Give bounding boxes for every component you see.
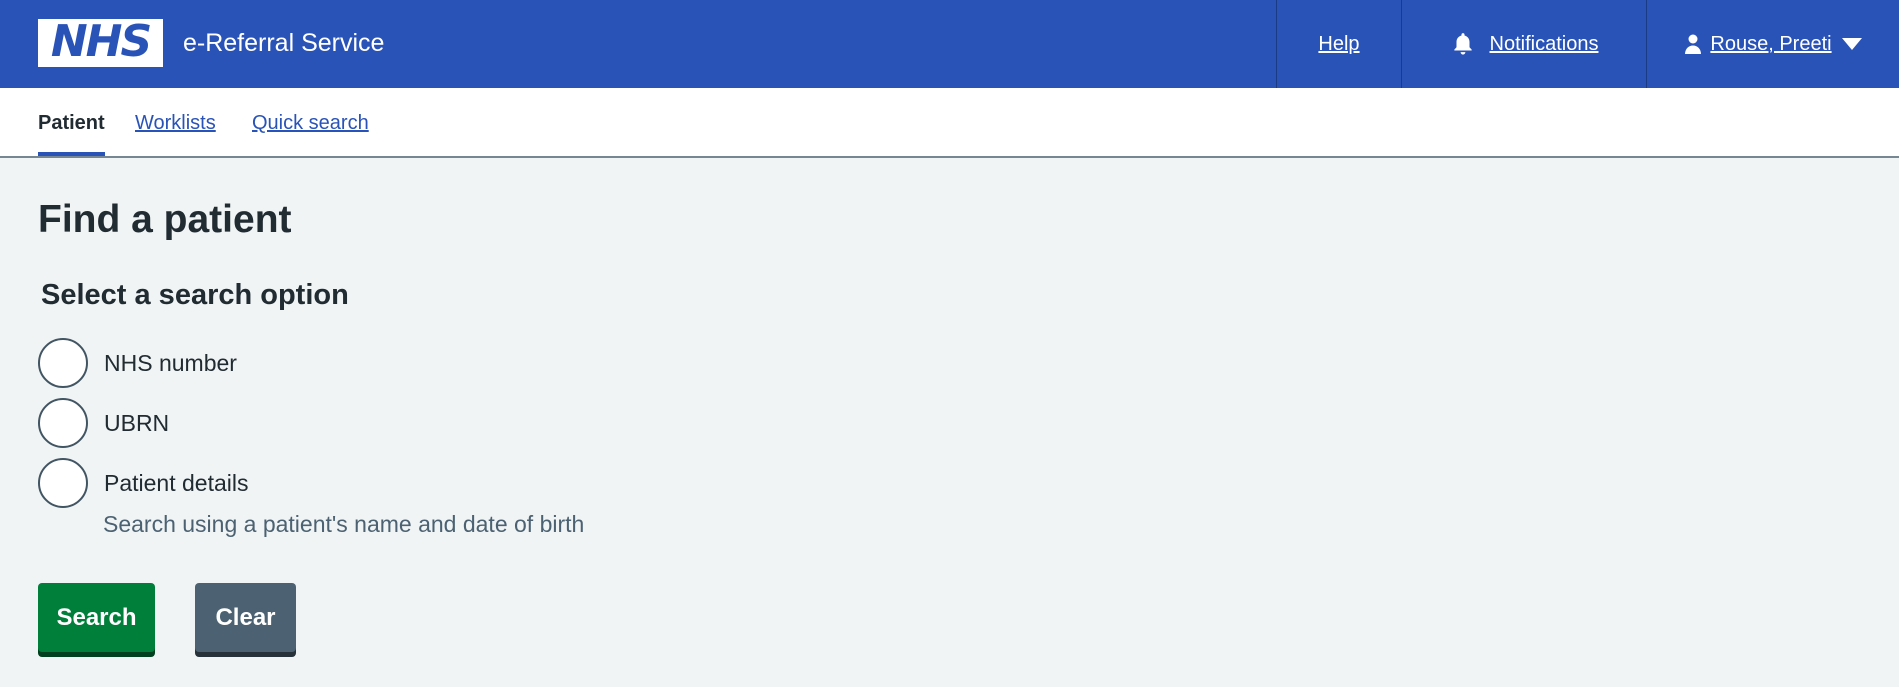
patient-details-hint: Search using a patient's name and date o… — [103, 511, 585, 537]
user-name-link[interactable]: Rouse, Preeti — [1710, 33, 1831, 56]
radio-button[interactable] — [38, 458, 88, 508]
radio-option-patient-details[interactable]: Patient details — [38, 458, 248, 508]
notifications-section: Notifications — [1401, 0, 1646, 88]
bell-icon — [1453, 33, 1472, 55]
page-title: Find a patient — [38, 198, 292, 241]
radio-option-ubrn[interactable]: UBRN — [38, 398, 169, 448]
notifications-link[interactable]: Notifications — [1490, 33, 1599, 56]
user-menu[interactable]: Rouse, Preeti — [1646, 0, 1899, 88]
sub-navigation: Patient Worklists Quick search — [0, 88, 1899, 158]
radio-button[interactable] — [38, 338, 88, 388]
search-option-legend: Select a search option — [41, 279, 349, 311]
help-link[interactable]: Help — [1318, 33, 1359, 56]
radio-label[interactable]: NHS number — [104, 350, 237, 377]
tab-quick-search[interactable]: Quick search — [252, 112, 369, 135]
top-header: NHS e-Referral Service Help Notification… — [0, 0, 1899, 88]
active-tab-indicator — [38, 152, 105, 156]
user-icon — [1685, 34, 1702, 54]
nhs-logo[interactable]: NHS — [38, 19, 163, 67]
radio-label[interactable]: UBRN — [104, 410, 169, 437]
radio-button[interactable] — [38, 398, 88, 448]
chevron-down-icon[interactable] — [1841, 38, 1862, 50]
radio-label[interactable]: Patient details — [104, 470, 248, 497]
help-section: Help — [1276, 0, 1401, 88]
clear-button[interactable]: Clear — [195, 583, 296, 652]
search-button[interactable]: Search — [38, 583, 155, 652]
radio-option-nhs-number[interactable]: NHS number — [38, 338, 237, 388]
tab-worklists[interactable]: Worklists — [135, 112, 216, 135]
nhs-logo-text: NHS — [50, 16, 152, 67]
tab-patient[interactable]: Patient — [38, 112, 105, 135]
service-name: e-Referral Service — [183, 29, 385, 57]
